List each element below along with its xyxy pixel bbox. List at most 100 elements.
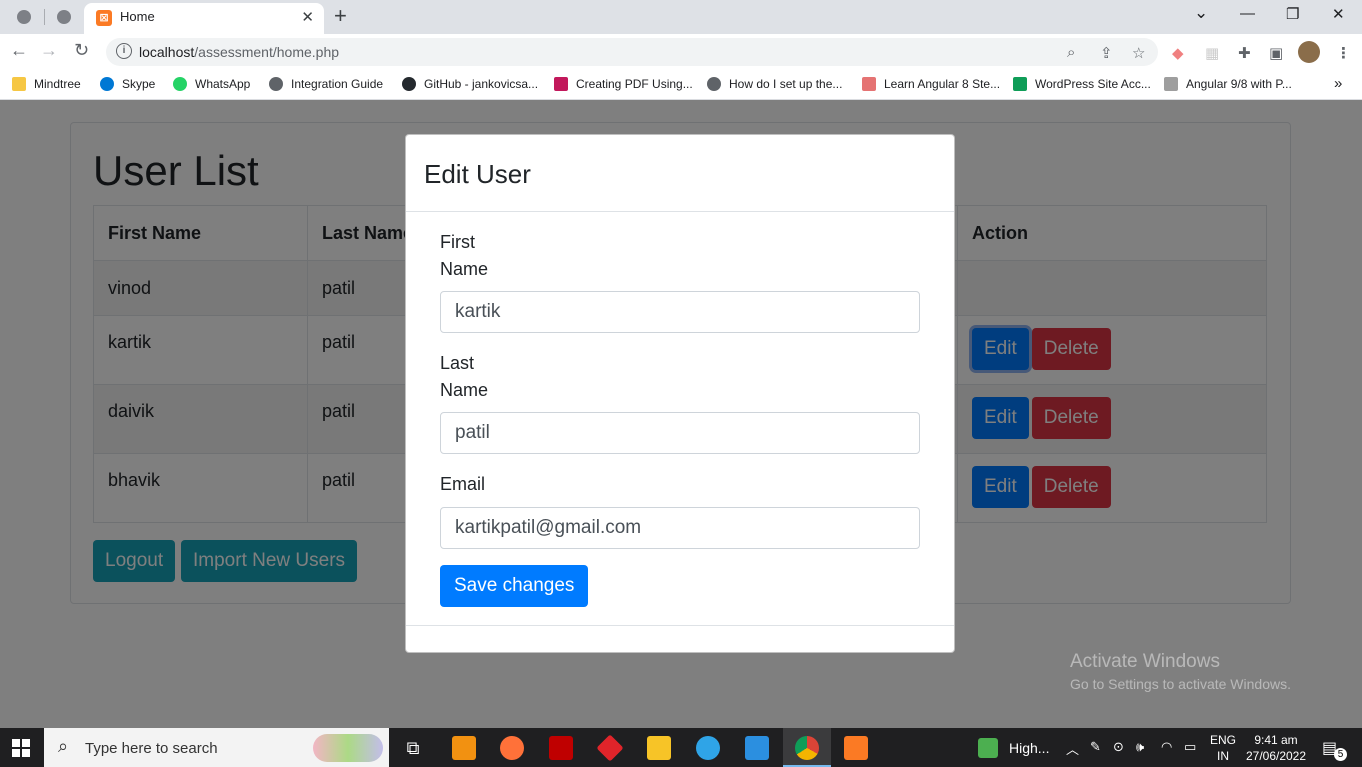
watermark-title: Activate Windows [1070, 651, 1220, 672]
edge-icon[interactable] [696, 736, 720, 760]
search-highlight-image [313, 734, 383, 762]
reload-icon[interactable]: ↻ [74, 40, 89, 61]
minimize-button[interactable]: — [1240, 5, 1255, 22]
extension-icon[interactable]: ▦ [1205, 44, 1219, 62]
edit-user-modal: Edit User First Name kartik Last Name pati… [405, 134, 955, 653]
profile-avatar[interactable] [1298, 41, 1320, 63]
bars-icon [1164, 77, 1178, 91]
url-text[interactable]: localhost/assessment/home.php [139, 44, 339, 60]
last-name-input[interactable]: patil [440, 412, 920, 454]
tray-expand-icon[interactable]: ︿ [1066, 739, 1079, 758]
background-tab-globe-icon[interactable] [53, 6, 75, 28]
bookmark-item[interactable]: WordPress Site Acc... [1013, 77, 1151, 91]
site-info-icon[interactable]: i [116, 43, 132, 59]
back-arrow-icon[interactable]: ← [10, 40, 28, 61]
browser-menu-icon[interactable]: ⋮ [1336, 44, 1351, 62]
search-placeholder: Type here to search [85, 740, 218, 757]
folder-icon [12, 77, 26, 91]
bookmark-label: WordPress Site Acc... [1035, 77, 1151, 91]
taskbar-search-box[interactable]: ⌕ Type here to search [44, 728, 389, 767]
windows-taskbar: ⌕ Type here to search ⧉ High... ︿ ✎ ⊙ 🕪 … [0, 728, 1362, 767]
first-name-input[interactable]: kartik [440, 291, 920, 333]
bookmark-label: Creating PDF Using... [576, 77, 693, 91]
bookmarks-overflow-icon[interactable]: » [1334, 75, 1342, 92]
sublime-text-icon[interactable] [452, 736, 476, 760]
bookmark-item[interactable]: Creating PDF Using... [554, 77, 693, 91]
github-icon [402, 77, 416, 91]
bookmark-label: Angular 9/8 with P... [1186, 77, 1292, 91]
forward-arrow-icon[interactable]: → [40, 40, 58, 61]
task-view-icon[interactable]: ⧉ [401, 736, 425, 760]
bookmark-label: WhatsApp [195, 77, 251, 91]
weather-text[interactable]: High... [1009, 740, 1049, 756]
bookmark-item[interactable]: Mindtree [12, 77, 81, 91]
address-bar[interactable]: i localhost/assessment/home.php ⌕ ⇪ ☆ [106, 38, 1158, 66]
clock[interactable]: 9:41 am 27/06/2022 [1244, 732, 1308, 764]
bookmark-item[interactable]: Learn Angular 8 Ste... [862, 77, 1000, 91]
sheets-icon [1013, 77, 1027, 91]
close-window-button[interactable]: ✕ [1332, 5, 1345, 23]
xampp-favicon-icon: ⊠ [96, 10, 112, 26]
first-name-label: First Name [440, 232, 489, 279]
modal-footer-divider [406, 625, 954, 626]
email-label: Email [440, 474, 486, 494]
url-host: localhost [139, 44, 195, 60]
filezilla-icon[interactable] [549, 736, 573, 760]
bookmark-item[interactable]: How do I set up the... [707, 77, 842, 91]
tab-close-icon[interactable]: ✕ [301, 8, 314, 26]
bookmark-label: GitHub - jankovicsa... [424, 77, 539, 91]
tab-home[interactable]: ⊠ Home ✕ [84, 3, 324, 34]
bookmark-label: How do I set up the... [729, 77, 843, 91]
whatsapp-icon [173, 77, 187, 91]
file-explorer-icon[interactable] [647, 736, 671, 760]
w-icon [554, 77, 568, 91]
language-indicator[interactable]: ENG IN [1210, 732, 1236, 764]
weather-icon[interactable] [978, 738, 998, 758]
windows-start-icon[interactable] [12, 739, 30, 757]
firefox-icon[interactable] [500, 736, 524, 760]
restore-button[interactable]: ❐ [1286, 5, 1299, 23]
globe-icon [269, 77, 283, 91]
zoom-icon[interactable]: ⌕ [1067, 44, 1075, 61]
battery-icon[interactable]: ▭ [1184, 739, 1196, 755]
chrome-taskbar-button[interactable] [783, 728, 831, 767]
bookmark-item[interactable]: Skype [100, 77, 155, 91]
bookmark-item[interactable]: WhatsApp [173, 77, 250, 91]
browser-toolbar: ← → ↻ i localhost/assessment/home.php ⌕ … [0, 34, 1362, 70]
new-tab-button[interactable]: + [334, 3, 347, 29]
bookmark-star-icon[interactable]: ☆ [1132, 44, 1145, 62]
chrome-icon [795, 736, 819, 760]
browser-tab-strip: ⊠ Home ✕ + ⌄ — ❐ ✕ [0, 0, 1362, 34]
bookmark-label: Learn Angular 8 Ste... [884, 77, 1001, 91]
bookmark-label: Skype [122, 77, 156, 91]
save-changes-button[interactable]: Save changes [440, 565, 589, 607]
modal-title: Edit User [424, 159, 531, 189]
skype-icon [100, 77, 114, 91]
network-status-icon[interactable]: ⊙ [1113, 739, 1124, 755]
git-icon[interactable] [596, 734, 624, 762]
bookmarks-bar: Mindtree Skype WhatsApp Integration Guid… [0, 70, 1362, 100]
tab-separator [44, 9, 45, 25]
bookmark-item[interactable]: Angular 9/8 with P... [1164, 77, 1292, 91]
pen-icon[interactable]: ✎ [1090, 739, 1101, 755]
volume-icon[interactable]: 🕪 [1136, 739, 1144, 755]
vscode-icon[interactable] [745, 736, 769, 760]
share-icon[interactable]: ⇪ [1100, 44, 1113, 62]
globe-icon [707, 77, 721, 91]
last-name-label: Last Name [440, 353, 489, 400]
bookmark-item[interactable]: Integration Guide [269, 77, 383, 91]
bookmark-label: Integration Guide [291, 77, 384, 91]
tab-search-dropdown-icon[interactable]: ⌄ [1194, 3, 1208, 23]
xampp-icon[interactable] [844, 736, 868, 760]
side-panel-icon[interactable]: ▣ [1269, 44, 1283, 62]
bookmark-label: Mindtree [34, 77, 81, 91]
wifi-icon[interactable]: ◠ [1161, 739, 1172, 755]
extensions-puzzle-icon[interactable]: ✚ [1238, 44, 1251, 62]
activate-windows-watermark: Activate Windows Go to Settings to activ… [1070, 651, 1291, 692]
notification-badge: 5 [1334, 748, 1347, 761]
email-input[interactable]: kartikpatil@gmail.com [440, 507, 920, 549]
watermark-subtitle: Go to Settings to activate Windows. [1070, 676, 1291, 692]
extension-icon[interactable]: ◆ [1172, 44, 1184, 62]
background-tab-globe-icon[interactable] [13, 6, 35, 28]
bookmark-item[interactable]: GitHub - jankovicsa... [402, 77, 538, 91]
